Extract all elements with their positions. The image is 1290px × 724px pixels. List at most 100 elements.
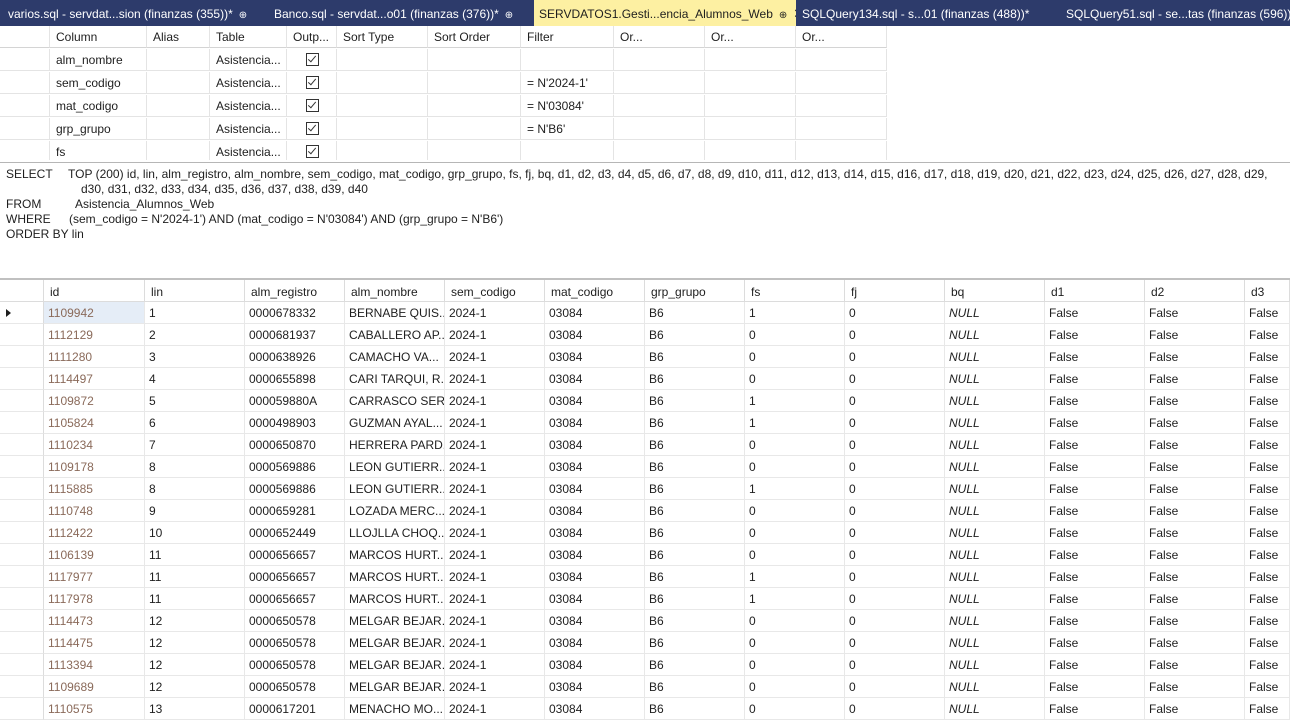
d2-cell[interactable]: False [1145, 544, 1245, 566]
row-selector[interactable] [0, 346, 44, 368]
results-header-mat-codigo[interactable]: mat_codigo [545, 280, 645, 302]
d2-cell[interactable]: False [1145, 632, 1245, 654]
criteria-table-cell[interactable]: Asistencia... [210, 72, 287, 94]
criteria-or-cell[interactable] [796, 95, 887, 117]
id-cell[interactable]: 1111280 [44, 346, 145, 368]
criteria-filter-cell[interactable]: = N'2024-1' [521, 72, 614, 94]
d3-cell[interactable]: False [1245, 478, 1290, 500]
sem-codigo-cell[interactable]: 2024-1 [445, 676, 545, 698]
criteria-sort-order-cell[interactable] [428, 141, 521, 160]
criteria-header-column[interactable]: Column [50, 26, 147, 48]
criteria-alias-cell[interactable] [147, 72, 210, 94]
d1-cell[interactable]: False [1045, 390, 1145, 412]
id-cell[interactable]: 1114475 [44, 632, 145, 654]
d2-cell[interactable]: False [1145, 654, 1245, 676]
criteria-column-cell[interactable]: sem_codigo [50, 72, 147, 94]
lin-cell[interactable]: 6 [145, 412, 245, 434]
row-selector[interactable] [0, 632, 44, 654]
fs-cell[interactable]: 0 [745, 610, 845, 632]
mat-codigo-cell[interactable]: 03084 [545, 390, 645, 412]
alm-registro-cell[interactable]: 0000656657 [245, 566, 345, 588]
fj-cell[interactable]: 0 [845, 676, 945, 698]
d1-cell[interactable]: False [1045, 654, 1145, 676]
id-cell[interactable]: 1110234 [44, 434, 145, 456]
alm-nombre-cell[interactable]: CARI TARQUI, R... [345, 368, 445, 390]
lin-cell[interactable]: 12 [145, 676, 245, 698]
table-row[interactable]: 1117977 11 0000656657 MARCOS HURT... 2024-1 0… [0, 566, 1290, 588]
d1-cell[interactable]: False [1045, 324, 1145, 346]
output-checkbox[interactable] [306, 53, 319, 67]
id-cell[interactable]: 1109178 [44, 456, 145, 478]
mat-codigo-cell[interactable]: 03084 [545, 478, 645, 500]
lin-cell[interactable]: 12 [145, 610, 245, 632]
grp-grupo-cell[interactable]: B6 [645, 324, 745, 346]
grp-grupo-cell[interactable]: B6 [645, 346, 745, 368]
d2-cell[interactable]: False [1145, 500, 1245, 522]
fs-cell[interactable]: 0 [745, 500, 845, 522]
grp-grupo-cell[interactable]: B6 [645, 390, 745, 412]
d1-cell[interactable]: False [1045, 500, 1145, 522]
output-checkbox[interactable] [306, 145, 319, 159]
mat-codigo-cell[interactable]: 03084 [545, 676, 645, 698]
d3-cell[interactable]: False [1245, 676, 1290, 698]
sem-codigo-cell[interactable]: 2024-1 [445, 346, 545, 368]
id-cell[interactable]: 1110575 [44, 698, 145, 720]
lin-cell[interactable]: 3 [145, 346, 245, 368]
table-row[interactable]: 1110575 13 0000617201 MENACHO MO... 2024-1 03… [0, 698, 1290, 720]
row-selector[interactable] [0, 368, 44, 390]
alm-registro-cell[interactable]: 000059880A [245, 390, 345, 412]
bq-cell[interactable]: NULL [945, 522, 1045, 544]
d1-cell[interactable]: False [1045, 698, 1145, 720]
fj-cell[interactable]: 0 [845, 654, 945, 676]
lin-cell[interactable]: 5 [145, 390, 245, 412]
pin-icon[interactable]: ⊕ [505, 10, 513, 21]
grp-grupo-cell[interactable]: B6 [645, 632, 745, 654]
criteria-or-cell[interactable] [796, 141, 887, 160]
criteria-or-cell[interactable] [796, 118, 887, 140]
bq-cell[interactable]: NULL [945, 676, 1045, 698]
alm-nombre-cell[interactable]: MELGAR BEJAR... [345, 676, 445, 698]
bq-cell[interactable]: NULL [945, 346, 1045, 368]
fj-cell[interactable]: 0 [845, 500, 945, 522]
d1-cell[interactable]: False [1045, 412, 1145, 434]
sem-codigo-cell[interactable]: 2024-1 [445, 478, 545, 500]
mat-codigo-cell[interactable]: 03084 [545, 566, 645, 588]
criteria-filter-cell[interactable]: = N'B6' [521, 118, 614, 140]
id-cell[interactable]: 1114497 [44, 368, 145, 390]
table-row[interactable]: 1111280 3 0000638926 CAMACHO VA... 2024-1 030… [0, 346, 1290, 368]
d1-cell[interactable]: False [1045, 478, 1145, 500]
d3-cell[interactable]: False [1245, 566, 1290, 588]
grp-grupo-cell[interactable]: B6 [645, 478, 745, 500]
mat-codigo-cell[interactable]: 03084 [545, 698, 645, 720]
criteria-header-alias[interactable]: Alias [147, 26, 210, 48]
sem-codigo-cell[interactable]: 2024-1 [445, 566, 545, 588]
criteria-or-cell[interactable] [614, 72, 705, 94]
criteria-or-cell[interactable] [614, 49, 705, 71]
id-cell[interactable]: 1109942 [44, 302, 145, 324]
output-checkbox[interactable] [306, 76, 319, 90]
d1-cell[interactable]: False [1045, 676, 1145, 698]
bq-cell[interactable]: NULL [945, 544, 1045, 566]
mat-codigo-cell[interactable]: 03084 [545, 346, 645, 368]
table-row[interactable]: 1114475 12 0000650578 MELGAR BEJAR... 2024-1… [0, 632, 1290, 654]
criteria-or-cell[interactable] [614, 118, 705, 140]
d2-cell[interactable]: False [1145, 676, 1245, 698]
grp-grupo-cell[interactable]: B6 [645, 302, 745, 324]
id-cell[interactable]: 1109872 [44, 390, 145, 412]
fs-cell[interactable]: 0 [745, 544, 845, 566]
alm-registro-cell[interactable]: 0000498903 [245, 412, 345, 434]
row-selector[interactable] [0, 698, 44, 720]
fj-cell[interactable]: 0 [845, 544, 945, 566]
criteria-row-selector[interactable] [0, 72, 50, 94]
sem-codigo-cell[interactable]: 2024-1 [445, 522, 545, 544]
close-icon[interactable]: ✕ [793, 6, 796, 21]
criteria-alias-cell[interactable] [147, 95, 210, 117]
tab-sqlquery51[interactable]: SQLQuery51.sql - se...tas (finanzas (596… [1066, 0, 1290, 26]
lin-cell[interactable]: 12 [145, 654, 245, 676]
fs-cell[interactable]: 1 [745, 588, 845, 610]
criteria-table-cell[interactable]: Asistencia... [210, 118, 287, 140]
alm-registro-cell[interactable]: 0000650870 [245, 434, 345, 456]
tab-asistencia-alumnos-web[interactable]: SERVDATOS1.Gesti...encia_Alumnos_Web ⊕ ✕ [534, 0, 796, 26]
criteria-sort-type-cell[interactable] [337, 49, 428, 71]
criteria-column-cell[interactable]: grp_grupo [50, 118, 147, 140]
